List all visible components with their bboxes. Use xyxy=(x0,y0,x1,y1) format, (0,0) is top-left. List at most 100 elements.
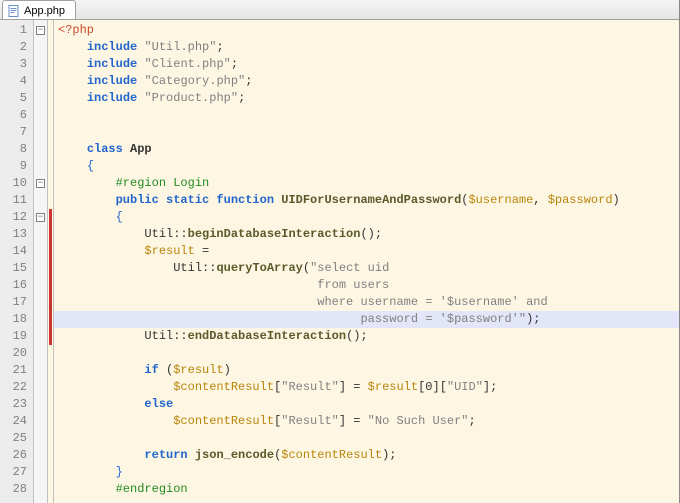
fold-cell xyxy=(34,430,47,447)
code-line[interactable]: class App xyxy=(54,141,679,158)
token-plain: ; xyxy=(469,414,476,428)
change-marker xyxy=(49,311,52,328)
code-line[interactable]: include "Product.php"; xyxy=(54,90,679,107)
line-number: 24 xyxy=(0,413,33,430)
token-str: from users xyxy=(317,278,389,292)
code-line[interactable]: include "Client.php"; xyxy=(54,56,679,73)
line-number: 27 xyxy=(0,464,33,481)
code-line[interactable]: include "Util.php"; xyxy=(54,39,679,56)
code-line[interactable] xyxy=(54,124,679,141)
line-number: 18 xyxy=(0,311,33,328)
code-line[interactable]: } xyxy=(54,464,679,481)
fold-cell xyxy=(34,39,47,56)
code-line[interactable] xyxy=(54,430,679,447)
token-str: "Category.php" xyxy=(144,74,245,88)
token-plain xyxy=(123,142,130,156)
line-number: 26 xyxy=(0,447,33,464)
token-var: $contentResult xyxy=(173,414,274,428)
token-str: where username = '$username' and xyxy=(317,295,547,309)
token-kw: return xyxy=(144,448,187,462)
fold-cell xyxy=(34,107,47,124)
tab-app-php[interactable]: App.php xyxy=(2,0,76,19)
token-fn: beginDatabaseInteraction xyxy=(188,227,361,241)
code-line[interactable] xyxy=(54,107,679,124)
fold-cell xyxy=(34,345,47,362)
change-margin-cell xyxy=(48,107,53,124)
fold-collapse-icon[interactable]: − xyxy=(36,26,45,35)
line-number: 8 xyxy=(0,141,33,158)
token-plain: ; xyxy=(231,57,238,71)
token-tag: <?php xyxy=(58,23,94,37)
change-margin-cell xyxy=(48,56,53,73)
code-line[interactable]: Util::beginDatabaseInteraction(); xyxy=(54,226,679,243)
code-line[interactable]: else xyxy=(54,396,679,413)
code-line[interactable]: <?php xyxy=(54,22,679,39)
code-line[interactable]: from users xyxy=(54,277,679,294)
line-number: 21 xyxy=(0,362,33,379)
token-fn: queryToArray xyxy=(216,261,302,275)
token-region: #region Login xyxy=(116,176,210,190)
code-line[interactable]: #endregion xyxy=(54,481,679,498)
token-plain xyxy=(188,448,195,462)
change-marker xyxy=(49,328,52,345)
change-margin-cell xyxy=(48,124,53,141)
token-plain: (); xyxy=(346,329,368,343)
code-line[interactable]: return json_encode($contentResult); xyxy=(54,447,679,464)
fold-cell xyxy=(34,464,47,481)
token-str: "Product.php" xyxy=(144,91,238,105)
token-region: #endregion xyxy=(116,482,188,496)
change-margin-cell xyxy=(48,379,53,396)
token-str: "Result" xyxy=(281,414,339,428)
token-plain: Util:: xyxy=(58,227,188,241)
code-line[interactable]: #region Login xyxy=(54,175,679,192)
token-plain: ]; xyxy=(483,380,497,394)
change-margin-cell xyxy=(48,209,53,226)
change-margin-cell xyxy=(48,158,53,175)
code-line[interactable]: { xyxy=(54,158,679,175)
fold-collapse-icon[interactable]: − xyxy=(36,213,45,222)
change-margin-cell xyxy=(48,328,53,345)
fold-cell xyxy=(34,243,47,260)
code-line[interactable]: Util::endDatabaseInteraction(); xyxy=(54,328,679,345)
change-margin-cell xyxy=(48,226,53,243)
line-number: 16 xyxy=(0,277,33,294)
code-line[interactable]: if ($result) xyxy=(54,362,679,379)
change-margin-cell xyxy=(48,413,53,430)
fold-cell[interactable]: − xyxy=(34,175,47,192)
change-margin-cell xyxy=(48,481,53,498)
code-line[interactable]: include "Category.php"; xyxy=(54,73,679,90)
code-line[interactable]: $contentResult["Result"] = $result[0]["U… xyxy=(54,379,679,396)
token-brace: { xyxy=(87,159,94,173)
token-str: "Client.php" xyxy=(144,57,230,71)
code-line[interactable]: { xyxy=(54,209,679,226)
fold-cell xyxy=(34,124,47,141)
token-plain: ] = xyxy=(339,380,368,394)
code-line[interactable]: public static function UIDForUsernameAnd… xyxy=(54,192,679,209)
fold-collapse-icon[interactable]: − xyxy=(36,179,45,188)
change-margin-cell xyxy=(48,192,53,209)
change-margin-cell xyxy=(48,311,53,328)
line-number: 20 xyxy=(0,345,33,362)
fold-cell[interactable]: − xyxy=(34,22,47,39)
token-plain: Util:: xyxy=(58,329,188,343)
token-var: $username xyxy=(468,193,533,207)
fold-cell[interactable]: − xyxy=(34,209,47,226)
code-area[interactable]: <?php include "Util.php"; include "Clien… xyxy=(54,20,679,503)
code-line[interactable]: $contentResult["Result"] = "No Such User… xyxy=(54,413,679,430)
token-fn: endDatabaseInteraction xyxy=(188,329,346,343)
fold-column: − − − xyxy=(34,20,48,503)
change-margin-cell xyxy=(48,73,53,90)
code-editor[interactable]: 1234567891011121314151617181920212223242… xyxy=(0,20,679,503)
code-line[interactable]: Util::queryToArray("select uid xyxy=(54,260,679,277)
code-line[interactable]: $result = xyxy=(54,243,679,260)
token-plain: ); xyxy=(382,448,396,462)
code-line[interactable] xyxy=(54,345,679,362)
token-plain: ; xyxy=(238,91,245,105)
change-margin-cell xyxy=(48,277,53,294)
change-marker xyxy=(49,226,52,243)
fold-cell xyxy=(34,362,47,379)
token-plain: ; xyxy=(216,40,223,54)
code-line[interactable]: password = '$password'"); xyxy=(54,311,679,328)
line-number-gutter: 1234567891011121314151617181920212223242… xyxy=(0,20,34,503)
code-line[interactable]: where username = '$username' and xyxy=(54,294,679,311)
